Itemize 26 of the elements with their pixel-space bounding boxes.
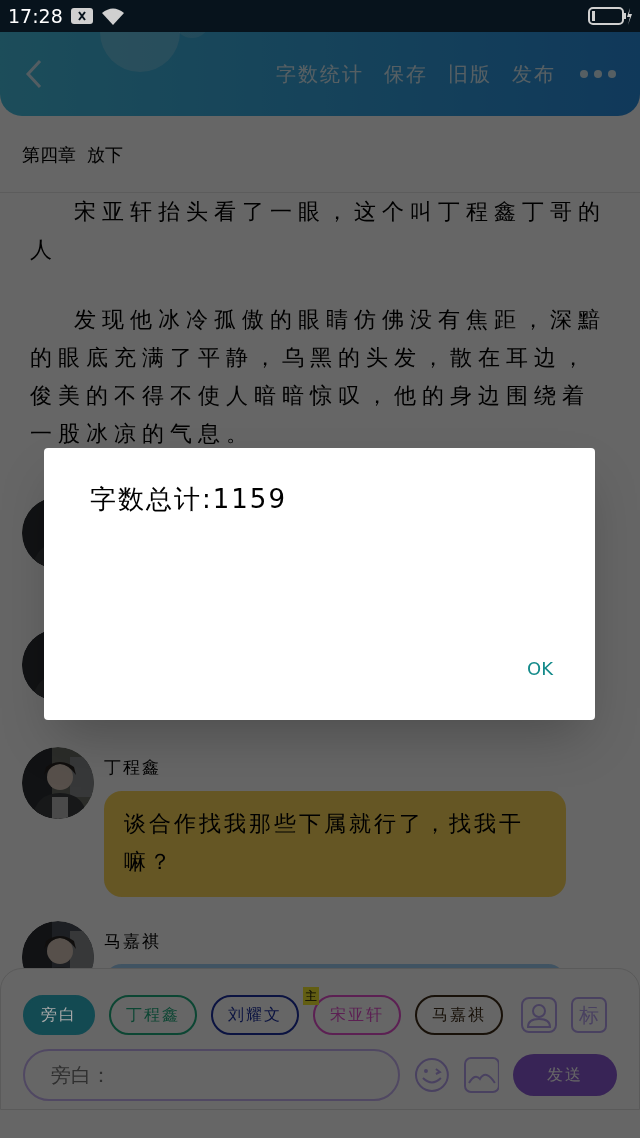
story-paragraph: 发现他冰冷孤傲的眼睛仿佛没有焦距，深黯的眼底充满了平静，乌黑的头发，散在耳边，俊美的不得不使人暗暗惊叹，他的身边围绕着一股冰凉的气息。 [30,306,607,448]
status-time: 17:28 [8,3,63,29]
story-paragraph: 宋亚轩抬头看了一眼，这个叫丁程鑫丁哥的人 [30,198,607,264]
header-action[interactable]: 发布 [512,59,556,89]
sender-name: 丁程鑫 [104,756,162,779]
header-action[interactable]: 旧版 [448,59,492,89]
header-action[interactable]: 字数统计 [276,59,364,89]
header-action[interactable]: 保存 [384,59,428,89]
back-button[interactable] [24,58,44,90]
dialog-message: 字数总计:1159 [90,483,288,516]
chapter-title: 第四章 放下 [22,142,124,167]
image-icon[interactable] [463,1057,500,1093]
send-button[interactable]: 发送 [513,1054,617,1096]
wifi-icon [100,7,125,25]
notification-icon [70,8,93,24]
sender-name: 马嘉祺 [104,929,162,953]
message-bubble: 谈合作找我那些下属就行了，找我干嘛？ [104,790,566,897]
person-icon[interactable] [521,997,557,1033]
emoji-icon[interactable] [413,1057,450,1093]
character-chip[interactable]: 旁白 [23,995,95,1035]
ok-button[interactable]: OK [517,655,563,682]
character-chip[interactable]: 刘耀文 [211,995,299,1035]
character-chip[interactable]: 马嘉祺 [415,995,503,1035]
character-chip[interactable]: 丁程鑫 [109,995,197,1035]
main-badge: 主 [303,987,319,1005]
battery-icon [588,6,632,26]
